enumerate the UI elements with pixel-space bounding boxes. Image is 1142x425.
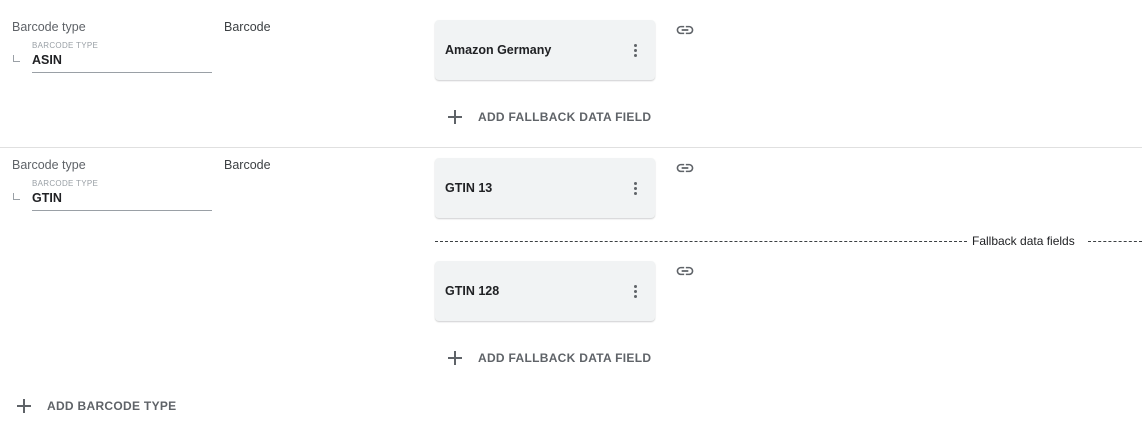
add-fallback-label: ADD FALLBACK DATA FIELD [478,110,652,124]
link-icon[interactable] [675,261,695,281]
child-elbow-icon [13,193,20,200]
barcode-type-floating-label: BARCODE TYPE [32,179,99,188]
add-fallback-label: ADD FALLBACK DATA FIELD [478,351,652,365]
fallback-data-fields-label: Fallback data fields [972,234,1075,248]
data-field-title: GTIN 13 [445,181,493,195]
data-field-title: GTIN 128 [445,284,500,298]
add-barcode-type-button[interactable]: ADD BARCODE TYPE [17,399,176,413]
add-fallback-data-field-button[interactable]: ADD FALLBACK DATA FIELD [448,351,651,365]
add-fallback-data-field-button[interactable]: ADD FALLBACK DATA FIELD [448,110,651,124]
barcode-type-value[interactable]: ASIN [32,53,62,67]
data-field-card[interactable]: Amazon Germany [435,20,655,80]
input-underline [32,72,212,73]
plus-icon [448,110,462,124]
barcode-mapping-page: Barcode type BARCODE TYPE ASIN Barcode A… [0,0,1142,425]
data-field-card[interactable]: GTIN 13 [435,158,655,218]
plus-icon [448,351,462,365]
more-vert-icon[interactable] [623,38,647,62]
dashed-divider [435,241,967,242]
barcode-type-value[interactable]: GTIN [32,191,62,205]
more-vert-icon[interactable] [623,279,647,303]
child-elbow-icon [13,55,20,62]
barcode-column-label: Barcode [224,20,271,34]
plus-icon [17,399,31,413]
link-icon[interactable] [675,20,695,40]
barcode-type-label: Barcode type [12,158,86,172]
barcode-column-label: Barcode [224,158,271,172]
row-divider [0,147,1142,148]
barcode-type-floating-label: BARCODE TYPE [32,41,99,50]
more-vert-icon[interactable] [623,176,647,200]
dashed-divider [1088,241,1142,242]
fallback-data-field-card[interactable]: GTIN 128 [435,261,655,321]
data-field-title: Amazon Germany [445,43,552,57]
link-icon[interactable] [675,158,695,178]
barcode-type-label: Barcode type [12,20,86,34]
input-underline [32,210,212,211]
add-barcode-type-label: ADD BARCODE TYPE [47,399,177,413]
